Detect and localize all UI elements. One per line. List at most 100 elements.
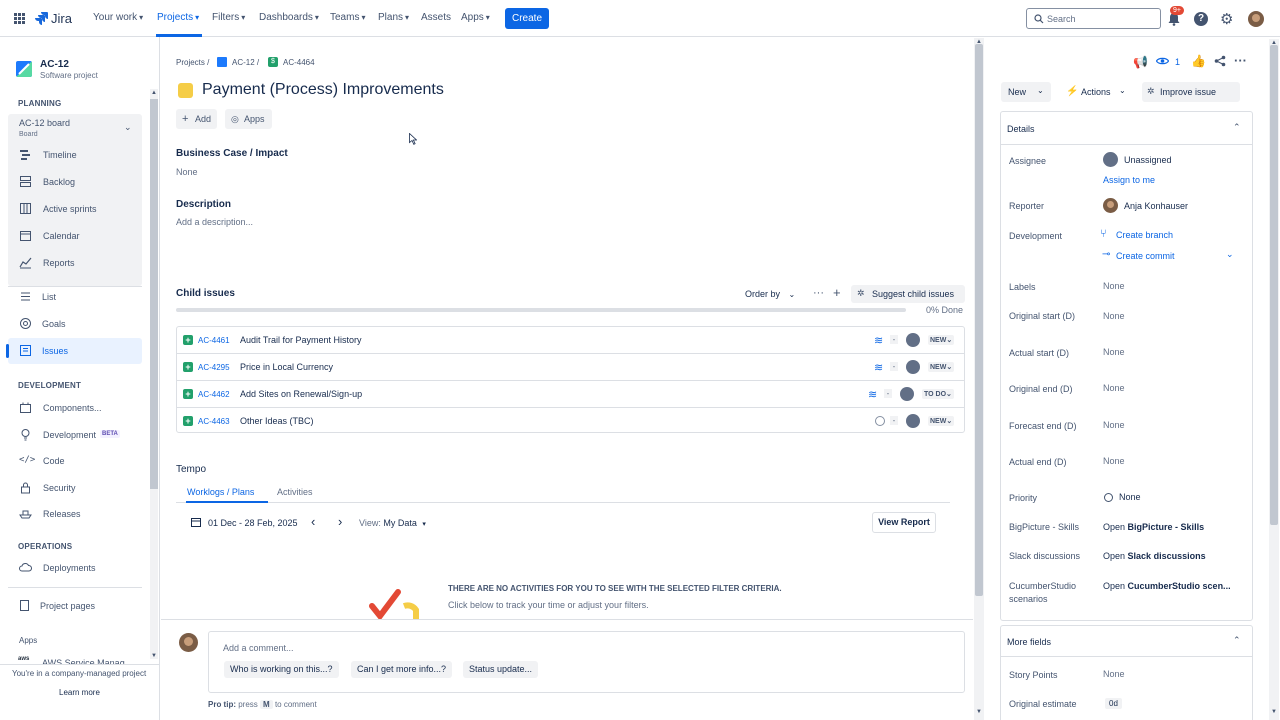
- scroll-up-icon[interactable]: ▲: [1271, 40, 1277, 46]
- megaphone-icon[interactable]: 📢: [1133, 55, 1148, 69]
- apps-button[interactable]: ◎ Apps: [225, 109, 272, 129]
- status-dropdown[interactable]: New ⌄: [1001, 82, 1051, 102]
- nav-plans[interactable]: Plans ▾: [378, 12, 409, 23]
- nav-teams[interactable]: Teams ▾: [330, 12, 365, 23]
- add-button[interactable]: + Add: [176, 109, 217, 129]
- sidebar-item-reports[interactable]: Reports: [8, 250, 142, 276]
- issue-title[interactable]: Payment (Process) Improvements: [202, 81, 444, 99]
- date-range[interactable]: 01 Dec - 28 Feb, 2025: [208, 518, 298, 528]
- quick-reply-chip[interactable]: Who is working on this...?: [224, 661, 339, 678]
- sidebar-item-deployments[interactable]: Deployments: [8, 555, 142, 581]
- cucumber-link[interactable]: Open CucumberStudio scen...: [1103, 581, 1231, 591]
- status-lozenge[interactable]: NEW⌄: [928, 362, 955, 372]
- nav-dashboards[interactable]: Dashboards ▾: [259, 12, 319, 23]
- story-points-value[interactable]: None: [1103, 669, 1125, 679]
- panel-scrollbar-thumb[interactable]: [1270, 45, 1278, 525]
- child-issue-key[interactable]: AC-4295: [198, 363, 230, 372]
- scroll-down-icon[interactable]: ▼: [151, 653, 157, 659]
- original-estimate-value[interactable]: 0d: [1105, 698, 1122, 709]
- quick-reply-chip[interactable]: Can I get more info...?: [351, 661, 453, 678]
- original-start-value[interactable]: None: [1103, 311, 1125, 321]
- reporter-value[interactable]: Anja Konhauser: [1124, 201, 1188, 211]
- project-avatar[interactable]: [16, 61, 32, 77]
- sidebar-item-code[interactable]: </> Code: [8, 448, 142, 474]
- assignee-avatar[interactable]: [906, 333, 920, 347]
- bigpicture-link[interactable]: Open BigPicture - Skills: [1103, 522, 1204, 532]
- more-icon[interactable]: ···: [1234, 53, 1247, 68]
- nav-assets[interactable]: Assets: [421, 12, 451, 23]
- status-lozenge[interactable]: TO DO⌄: [922, 389, 954, 399]
- assignee-value[interactable]: Unassigned: [1124, 155, 1172, 165]
- original-end-value[interactable]: None: [1103, 383, 1125, 393]
- comment-editor[interactable]: Add a comment... Who is working on this.…: [208, 631, 965, 693]
- actions-dropdown[interactable]: ⚡ Actions ⌄: [1059, 82, 1133, 102]
- search-input[interactable]: Search: [1026, 8, 1161, 29]
- sidebar-item-timeline[interactable]: Timeline: [8, 142, 142, 168]
- sidebar-item-list[interactable]: List: [8, 284, 142, 310]
- order-by-dropdown[interactable]: Order by ⌄: [745, 289, 795, 299]
- profile-avatar[interactable]: [1248, 11, 1264, 27]
- suggest-child-issues-button[interactable]: ✲ Suggest child issues: [851, 285, 965, 303]
- forecast-end-value[interactable]: None: [1103, 420, 1125, 430]
- tab-activities[interactable]: Activities: [277, 487, 313, 497]
- labels-value[interactable]: None: [1103, 281, 1125, 291]
- status-lozenge[interactable]: NEW⌄: [928, 416, 955, 426]
- view-selector[interactable]: View: My Data ▾: [359, 518, 426, 528]
- child-issue-summary[interactable]: Audit Trail for Payment History: [240, 335, 362, 345]
- breadcrumb-issue[interactable]: AC-4464: [283, 58, 315, 67]
- child-issue-summary[interactable]: Add Sites on Renewal/Sign-up: [240, 389, 362, 399]
- nav-filters[interactable]: Filters ▾: [212, 12, 245, 23]
- quick-reply-chip[interactable]: Status update...: [463, 661, 539, 678]
- description-field[interactable]: Add a description...: [176, 217, 253, 227]
- breadcrumb-project[interactable]: AC-12 /: [232, 58, 259, 67]
- add-child-icon[interactable]: +: [833, 285, 841, 300]
- child-issue-key[interactable]: AC-4461: [198, 336, 230, 345]
- actual-end-value[interactable]: None: [1103, 456, 1125, 466]
- tab-worklogs-plans[interactable]: Worklogs / Plans: [187, 487, 254, 497]
- sidebar-item-issues[interactable]: Issues: [6, 338, 142, 364]
- scroll-down-icon[interactable]: ▼: [976, 709, 982, 715]
- scroll-down-icon[interactable]: ▼: [1271, 709, 1277, 715]
- create-branch-link[interactable]: Create branch: [1116, 230, 1173, 240]
- sidebar-item-releases[interactable]: Releases: [8, 501, 142, 527]
- nav-apps[interactable]: Apps ▾: [461, 12, 490, 23]
- child-issue-summary[interactable]: Price in Local Currency: [240, 362, 333, 372]
- scroll-up-icon[interactable]: ▲: [151, 90, 157, 96]
- main-scrollbar-thumb[interactable]: [975, 44, 983, 596]
- breadcrumb-projects[interactable]: Projects /: [176, 58, 209, 67]
- child-issue-row[interactable]: + AC-4462 Add Sites on Renewal/Sign-up ≋…: [177, 381, 964, 408]
- sidebar-item-security[interactable]: Security: [8, 475, 142, 501]
- help-icon[interactable]: ?: [1194, 12, 1208, 26]
- sidebar-item-goals[interactable]: Goals: [8, 311, 142, 337]
- scroll-up-icon[interactable]: ▲: [976, 39, 982, 45]
- app-switcher-icon[interactable]: [14, 13, 25, 24]
- jira-logo[interactable]: Jira: [35, 11, 77, 26]
- assignee-avatar[interactable]: [906, 414, 920, 428]
- sidebar-item-development[interactable]: Development BETA: [8, 422, 142, 448]
- child-issue-row[interactable]: + AC-4295 Price in Local Currency ≋ - NE…: [177, 354, 964, 381]
- nav-projects[interactable]: Projects ▾: [157, 12, 199, 23]
- more-icon[interactable]: ···: [813, 287, 824, 299]
- child-issue-key[interactable]: AC-4463: [198, 417, 230, 426]
- chevron-left-icon[interactable]: ‹: [311, 514, 315, 529]
- project-name[interactable]: AC-12: [40, 59, 69, 70]
- like-icon[interactable]: 👍: [1191, 54, 1206, 68]
- priority-value[interactable]: None: [1119, 492, 1141, 502]
- slack-link[interactable]: Open Slack discussions: [1103, 551, 1206, 561]
- assign-to-me-link[interactable]: Assign to me: [1103, 175, 1155, 185]
- actual-start-value[interactable]: None: [1103, 347, 1125, 357]
- child-issue-key[interactable]: AC-4462: [198, 390, 230, 399]
- chevron-down-icon[interactable]: ⌄: [124, 122, 132, 133]
- status-lozenge[interactable]: NEW⌄: [928, 335, 955, 345]
- improve-issue-button[interactable]: ✲ Improve issue: [1142, 82, 1240, 102]
- learn-more-link[interactable]: Learn more: [59, 688, 100, 697]
- view-report-button[interactable]: View Report: [872, 512, 936, 533]
- share-icon[interactable]: [1214, 55, 1226, 67]
- chevron-right-icon[interactable]: ›: [338, 514, 342, 529]
- sidebar-item-backlog[interactable]: Backlog: [8, 169, 142, 195]
- settings-icon[interactable]: ⚙: [1220, 10, 1233, 28]
- sidebar-item-components[interactable]: Components...: [8, 395, 142, 421]
- create-button[interactable]: Create: [505, 8, 549, 29]
- sidebar-item-calendar[interactable]: Calendar: [8, 223, 142, 249]
- business-case-value[interactable]: None: [176, 167, 198, 177]
